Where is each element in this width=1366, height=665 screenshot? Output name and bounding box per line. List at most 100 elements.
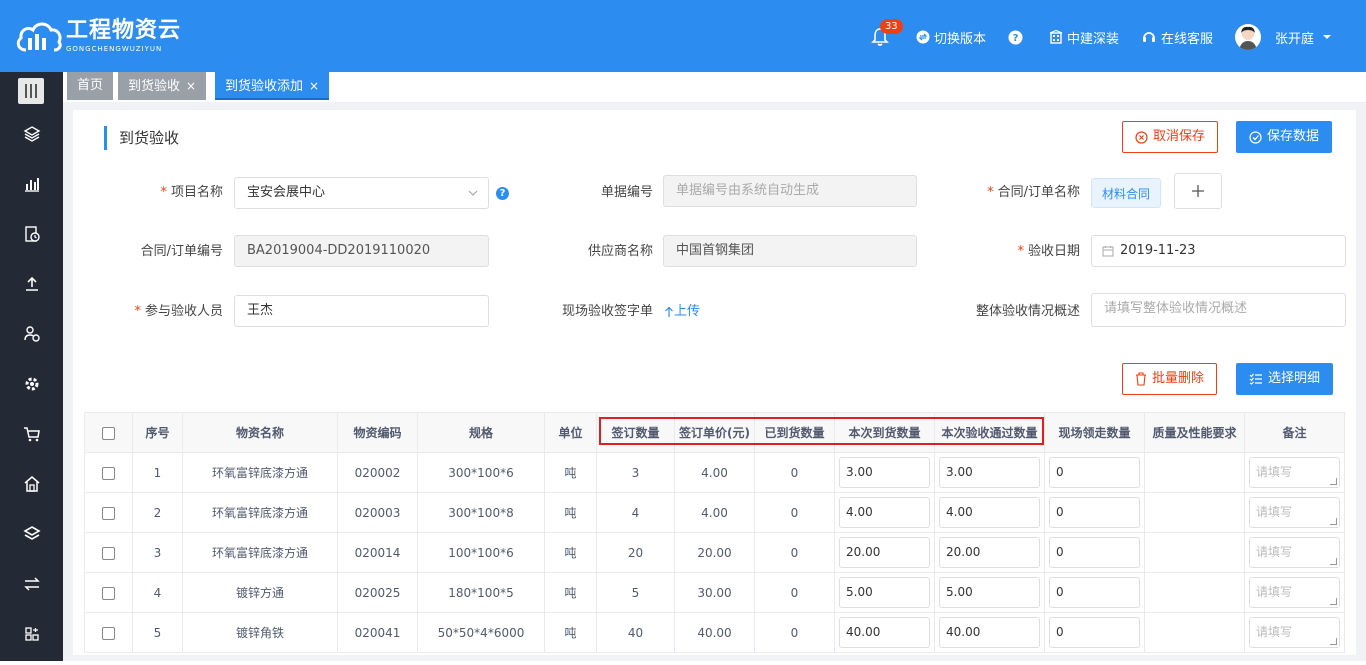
participant-input[interactable]: 王杰 [234, 295, 489, 327]
doc-no-input[interactable]: 单据编号由系统自动生成 [663, 175, 917, 207]
sidebar-item-stack[interactable] [22, 524, 42, 544]
sidebar-item-stats[interactable] [22, 174, 42, 194]
help-button[interactable]: ? [1008, 30, 1027, 45]
remark-textarea[interactable]: 请填写 [1249, 617, 1340, 648]
taken-cell: 0 [1044, 612, 1145, 653]
this-arrival-input[interactable]: 3.00 [839, 457, 930, 488]
tab-arrival-acceptance[interactable]: 到货验收 × [118, 72, 207, 100]
taken-input[interactable]: 0 [1049, 457, 1140, 488]
row-checkbox[interactable] [102, 466, 115, 480]
this-pass-input[interactable]: 20.00 [939, 537, 1040, 568]
batch-delete-button[interactable]: 批量删除 [1122, 363, 1218, 395]
table-row[interactable]: 3 环氧富锌底漆方通 020014 100*100*6 吨 20 20.00 0 20.00 20… [84, 532, 1345, 573]
row-checkbox[interactable] [102, 586, 115, 600]
remark-textarea[interactable]: 请填写 [1249, 577, 1340, 608]
table-row[interactable]: 1 环氧富锌底漆方通 020002 300*100*6 吨 3 4.00 0 3.00 3.00 0… [84, 452, 1345, 493]
sidebar-toggle-button[interactable] [18, 78, 44, 104]
select-all-cell[interactable] [84, 412, 133, 453]
row-checkbox[interactable] [102, 506, 115, 520]
acceptance-date-label: * 验收日期 [1017, 244, 1080, 259]
sidebar-item-upload[interactable] [22, 274, 42, 294]
sidebar-item-layers[interactable] [22, 124, 42, 144]
sidebar-item-records[interactable] [22, 224, 42, 244]
main-card: 到货验收 取消保存 保存数据 * 项目名称 宝安会展中心 ? 单据编号 单据编号由… [73, 110, 1356, 655]
acceptance-date-picker[interactable]: 2019-11-23 [1091, 235, 1346, 267]
sidebar-item-home[interactable] [22, 474, 42, 494]
row-select-cell[interactable] [84, 612, 133, 653]
table-row[interactable]: 4 镀锌方通 020025 180*100*5 吨 5 30.00 0 5.00 5.00 0 请填写 [84, 572, 1345, 613]
contract-tag[interactable]: 材料合同 [1091, 178, 1162, 208]
spec: 50*50*4*6000 [417, 612, 545, 653]
remark-textarea[interactable]: 请填写 [1249, 537, 1340, 568]
tab-arrival-acceptance-add[interactable]: 到货验收添加 × [215, 72, 330, 100]
select-all-checkbox[interactable] [102, 426, 115, 440]
taken-input[interactable]: 0 [1049, 617, 1140, 648]
upload-icon [26, 276, 38, 291]
tab-home[interactable]: 首页 [67, 72, 114, 100]
taken-input[interactable]: 0 [1049, 497, 1140, 528]
remark-textarea[interactable]: 请填写 [1249, 497, 1340, 528]
this-arrival-input[interactable]: 5.00 [839, 577, 930, 608]
this-pass-input[interactable]: 40.00 [939, 617, 1040, 648]
cart-icon [24, 427, 40, 442]
select-detail-button[interactable]: 选择明细 [1236, 363, 1334, 395]
row-select-cell[interactable] [84, 572, 133, 613]
help-icon[interactable]: ? [496, 187, 509, 200]
remark-cell: 请填写 [1244, 572, 1345, 613]
table-row[interactable]: 5 镀锌角铁 020041 50*50*4*6000 吨 40 40.00 0 40.00 40.… [84, 612, 1345, 653]
save-data-button[interactable]: 保存数据 [1236, 121, 1333, 153]
supplier-input[interactable]: 中国首钢集团 [663, 235, 917, 267]
quality-cell [1144, 612, 1245, 653]
org-switch-button[interactable]: 中建深装 [1049, 28, 1119, 47]
upload-arrow-icon [665, 306, 673, 317]
sidebar-item-transfer[interactable] [22, 574, 42, 594]
row-checkbox[interactable] [102, 546, 115, 560]
add-contract-button[interactable] [1174, 173, 1222, 209]
remark-textarea[interactable]: 请填写 [1249, 457, 1340, 488]
this-arrival-input[interactable]: 4.00 [839, 497, 930, 528]
sidebar-item-users[interactable] [22, 324, 42, 344]
project-select[interactable]: 宝安会展中心 [234, 177, 489, 209]
sidebar-item-cart[interactable] [22, 424, 42, 444]
signed-price: 40.00 [674, 612, 755, 653]
col-header: 现场领走数量 [1044, 412, 1145, 453]
taken-input[interactable]: 0 [1049, 577, 1140, 608]
quality-cell [1144, 492, 1245, 533]
user-menu[interactable]: 张开庭 [1234, 24, 1336, 50]
notification-button[interactable]: 33 [870, 19, 903, 47]
this-arrival-input[interactable]: 20.00 [839, 537, 930, 568]
this-pass-input[interactable]: 5.00 [939, 577, 1040, 608]
taken-input[interactable]: 0 [1049, 537, 1140, 568]
this-pass-input[interactable]: 4.00 [939, 497, 1040, 528]
sidebar-item-settings[interactable] [22, 374, 42, 394]
col-header: 质量及性能要求 [1144, 412, 1245, 453]
this-arrival-input[interactable]: 40.00 [839, 617, 930, 648]
online-service-button[interactable]: 在线客服 [1141, 28, 1213, 47]
unit: 吨 [544, 452, 597, 493]
signed-price: 20.00 [674, 532, 755, 573]
col-header: 本次到货数量 [834, 412, 935, 453]
row-select-cell[interactable] [84, 452, 133, 493]
row-select-cell[interactable] [84, 492, 133, 533]
this-pass-input[interactable]: 3.00 [939, 457, 1040, 488]
chevron-down-icon [1323, 35, 1331, 39]
close-icon[interactable]: × [186, 79, 196, 93]
summary-textarea[interactable]: 请填写整体验收情况概述 [1091, 293, 1346, 327]
close-icon[interactable]: × [309, 79, 319, 93]
project-label: * 项目名称 [160, 185, 223, 200]
chevron-down-icon [468, 190, 478, 196]
signed-price: 30.00 [674, 572, 755, 613]
remark-cell: 请填写 [1244, 452, 1345, 493]
quality-cell [1144, 572, 1245, 613]
switch-version-button[interactable]: 切换版本 [916, 28, 986, 47]
app-logo[interactable]: 工程物资云 GONGCHENGWUZIYUN [14, 16, 181, 56]
contract-no-input[interactable]: BA2019004-DD2019110020 [234, 235, 489, 267]
signed-price: 4.00 [674, 452, 755, 493]
upload-link[interactable]: 上传 [664, 296, 700, 328]
row-select-cell[interactable] [84, 532, 133, 573]
cancel-save-button[interactable]: 取消保存 [1122, 121, 1219, 153]
table-row[interactable]: 2 环氧富锌底漆方通 020003 300*100*8 吨 4 4.00 0 4.00 4.00 0… [84, 492, 1345, 533]
row-checkbox[interactable] [102, 626, 115, 640]
sign-sheet-label: 现场验收签字单 [561, 304, 653, 319]
sidebar-item-grid[interactable] [22, 624, 42, 644]
